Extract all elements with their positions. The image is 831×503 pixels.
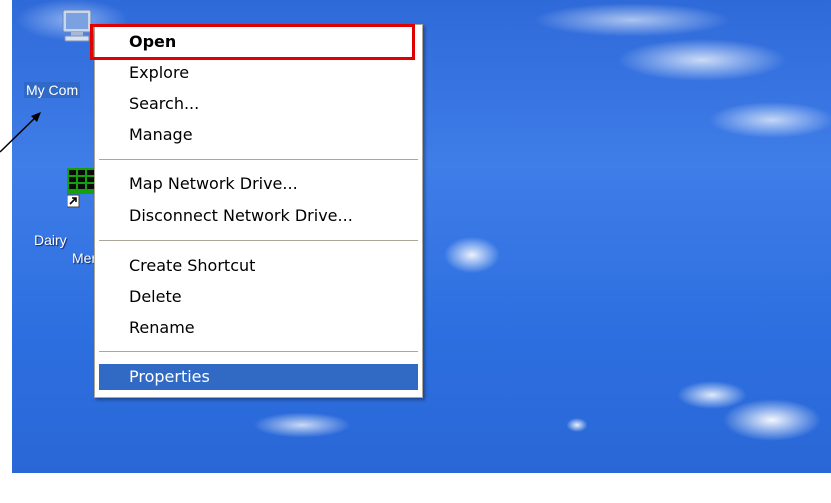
menu-item-create-shortcut[interactable]: Create Shortcut [99, 253, 418, 279]
menu-item-rename[interactable]: Rename [99, 315, 418, 341]
menu-item-open[interactable]: Open [99, 29, 418, 55]
arrow-icon [0, 112, 41, 153]
menu-item-search[interactable]: Search... [99, 91, 418, 117]
menu-item-explore[interactable]: Explore [99, 60, 418, 86]
menu-separator [99, 351, 418, 353]
desktop-icon-label: Mer [72, 250, 97, 266]
menu-item-map-network-drive[interactable]: Map Network Drive... [99, 171, 418, 197]
screen: My Com Dairy Mer Open Explore Search... … [0, 0, 831, 503]
menu-item-manage[interactable]: Manage [99, 122, 418, 148]
context-menu: Open Explore Search... Manage Map Networ… [94, 24, 423, 398]
menu-item-properties[interactable]: Properties [99, 364, 418, 390]
menu-item-delete[interactable]: Delete [99, 284, 418, 310]
menu-separator [99, 159, 418, 161]
computer-icon [62, 9, 92, 42]
menu-separator [99, 240, 418, 242]
menu-item-disconnect-network-drive[interactable]: Disconnect Network Drive... [99, 203, 418, 229]
desktop-icon-label: Dairy [34, 232, 67, 248]
